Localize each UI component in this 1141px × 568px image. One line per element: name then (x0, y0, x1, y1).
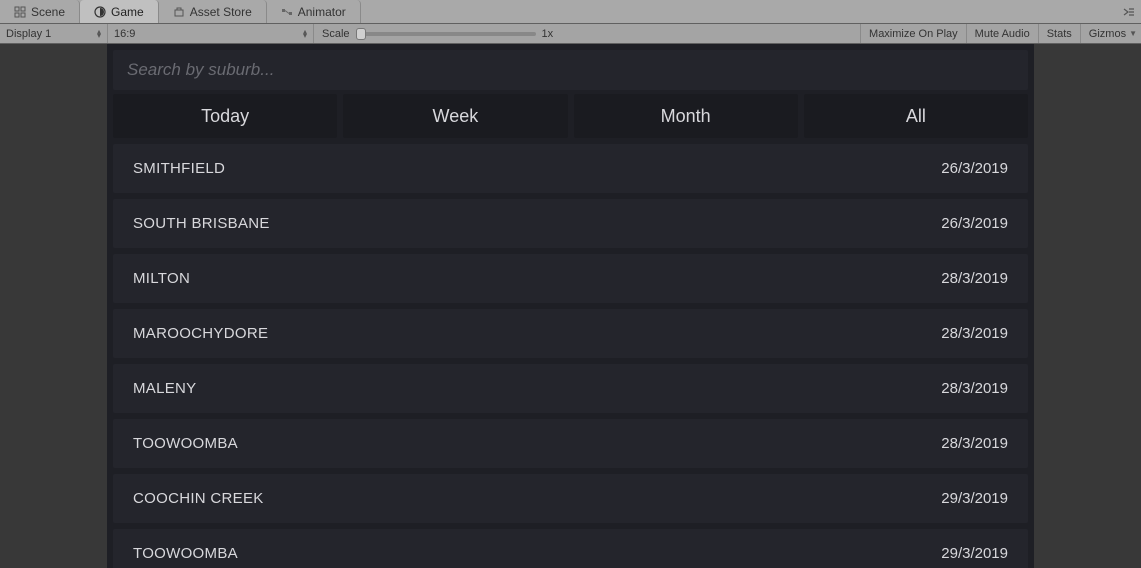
search-placeholder: Search by suburb... (127, 60, 274, 80)
animator-icon (281, 6, 293, 18)
stats-button[interactable]: Stats (1038, 24, 1080, 43)
suburb-name: TOOWOOMBA (133, 545, 238, 562)
dropdown-arrows-icon: ▴▾ (303, 30, 307, 38)
list-item[interactable]: SMITHFIELD 26/3/2019 (113, 144, 1028, 193)
suburb-name: SMITHFIELD (133, 160, 225, 177)
filter-month-button[interactable]: Month (574, 94, 798, 138)
filter-label: All (906, 106, 926, 127)
tab-game[interactable]: Game (80, 0, 159, 23)
game-viewport: Search by suburb... Today Week Month All… (0, 44, 1141, 568)
scale-label: Scale (322, 28, 350, 40)
suburb-name: MILTON (133, 270, 190, 287)
list-item[interactable]: MILTON 28/3/2019 (113, 254, 1028, 303)
item-date: 28/3/2019 (941, 270, 1008, 287)
results-list: SMITHFIELD 26/3/2019 SOUTH BRISBANE 26/3… (113, 144, 1028, 568)
item-date: 28/3/2019 (941, 380, 1008, 397)
scale-section: Scale 1x (314, 24, 553, 43)
item-date: 29/3/2019 (941, 490, 1008, 507)
dropdown-arrows-icon: ▴▾ (97, 30, 101, 38)
suburb-name: TOOWOOMBA (133, 435, 238, 452)
list-item[interactable]: TOOWOOMBA 28/3/2019 (113, 419, 1028, 468)
filter-today-button[interactable]: Today (113, 94, 337, 138)
suburb-name: COOCHIN CREEK (133, 490, 264, 507)
item-date: 26/3/2019 (941, 160, 1008, 177)
display-dropdown[interactable]: Display 1 ▴▾ (0, 24, 108, 43)
suburb-name: MALENY (133, 380, 197, 397)
filter-all-button[interactable]: All (804, 94, 1028, 138)
scene-icon (14, 6, 26, 18)
tab-label: Animator (298, 5, 346, 19)
list-item[interactable]: SOUTH BRISBANE 26/3/2019 (113, 199, 1028, 248)
list-item[interactable]: TOOWOOMBA 29/3/2019 (113, 529, 1028, 568)
maximize-label: Maximize On Play (869, 28, 958, 40)
filter-label: Today (201, 106, 249, 127)
filter-row: Today Week Month All (113, 94, 1028, 138)
app-frame: Search by suburb... Today Week Month All… (107, 44, 1034, 568)
stats-label: Stats (1047, 28, 1072, 40)
item-date: 26/3/2019 (941, 215, 1008, 232)
tab-animator[interactable]: Animator (267, 0, 361, 23)
item-date: 28/3/2019 (941, 325, 1008, 342)
list-item[interactable]: MAROOCHYDORE 28/3/2019 (113, 309, 1028, 358)
maximize-on-play-button[interactable]: Maximize On Play (860, 24, 966, 43)
tab-label: Game (111, 5, 144, 19)
scale-slider[interactable] (356, 32, 536, 36)
game-icon (94, 6, 106, 18)
search-input[interactable]: Search by suburb... (113, 50, 1028, 90)
item-date: 28/3/2019 (941, 435, 1008, 452)
dropdown-arrow-icon: ▼ (1129, 29, 1137, 38)
list-item[interactable]: COOCHIN CREEK 29/3/2019 (113, 474, 1028, 523)
item-date: 29/3/2019 (941, 545, 1008, 562)
game-toolbar: Display 1 ▴▾ 16:9 ▴▾ Scale 1x Maximize O… (0, 24, 1141, 44)
aspect-label: 16:9 (114, 28, 135, 40)
tab-bar-menu-icon[interactable] (1121, 0, 1141, 23)
suburb-name: SOUTH BRISBANE (133, 215, 270, 232)
suburb-name: MAROOCHYDORE (133, 325, 268, 342)
aspect-dropdown[interactable]: 16:9 ▴▾ (108, 24, 314, 43)
list-item[interactable]: MALENY 28/3/2019 (113, 364, 1028, 413)
tab-label: Scene (31, 5, 65, 19)
editor-tab-bar: Scene Game Asset Store Animator (0, 0, 1141, 24)
gizmos-dropdown[interactable]: Gizmos ▼ (1080, 24, 1141, 43)
display-label: Display 1 (6, 28, 51, 40)
mute-audio-button[interactable]: Mute Audio (966, 24, 1038, 43)
tab-asset-store[interactable]: Asset Store (159, 0, 267, 23)
tab-scene[interactable]: Scene (0, 0, 80, 23)
scale-slider-thumb[interactable] (356, 28, 366, 40)
filter-week-button[interactable]: Week (343, 94, 567, 138)
filter-label: Week (433, 106, 479, 127)
gizmos-label: Gizmos (1089, 28, 1126, 40)
asset-store-icon (173, 6, 185, 18)
mute-label: Mute Audio (975, 28, 1030, 40)
scale-value: 1x (542, 28, 554, 40)
tab-label: Asset Store (190, 5, 252, 19)
filter-label: Month (661, 106, 711, 127)
